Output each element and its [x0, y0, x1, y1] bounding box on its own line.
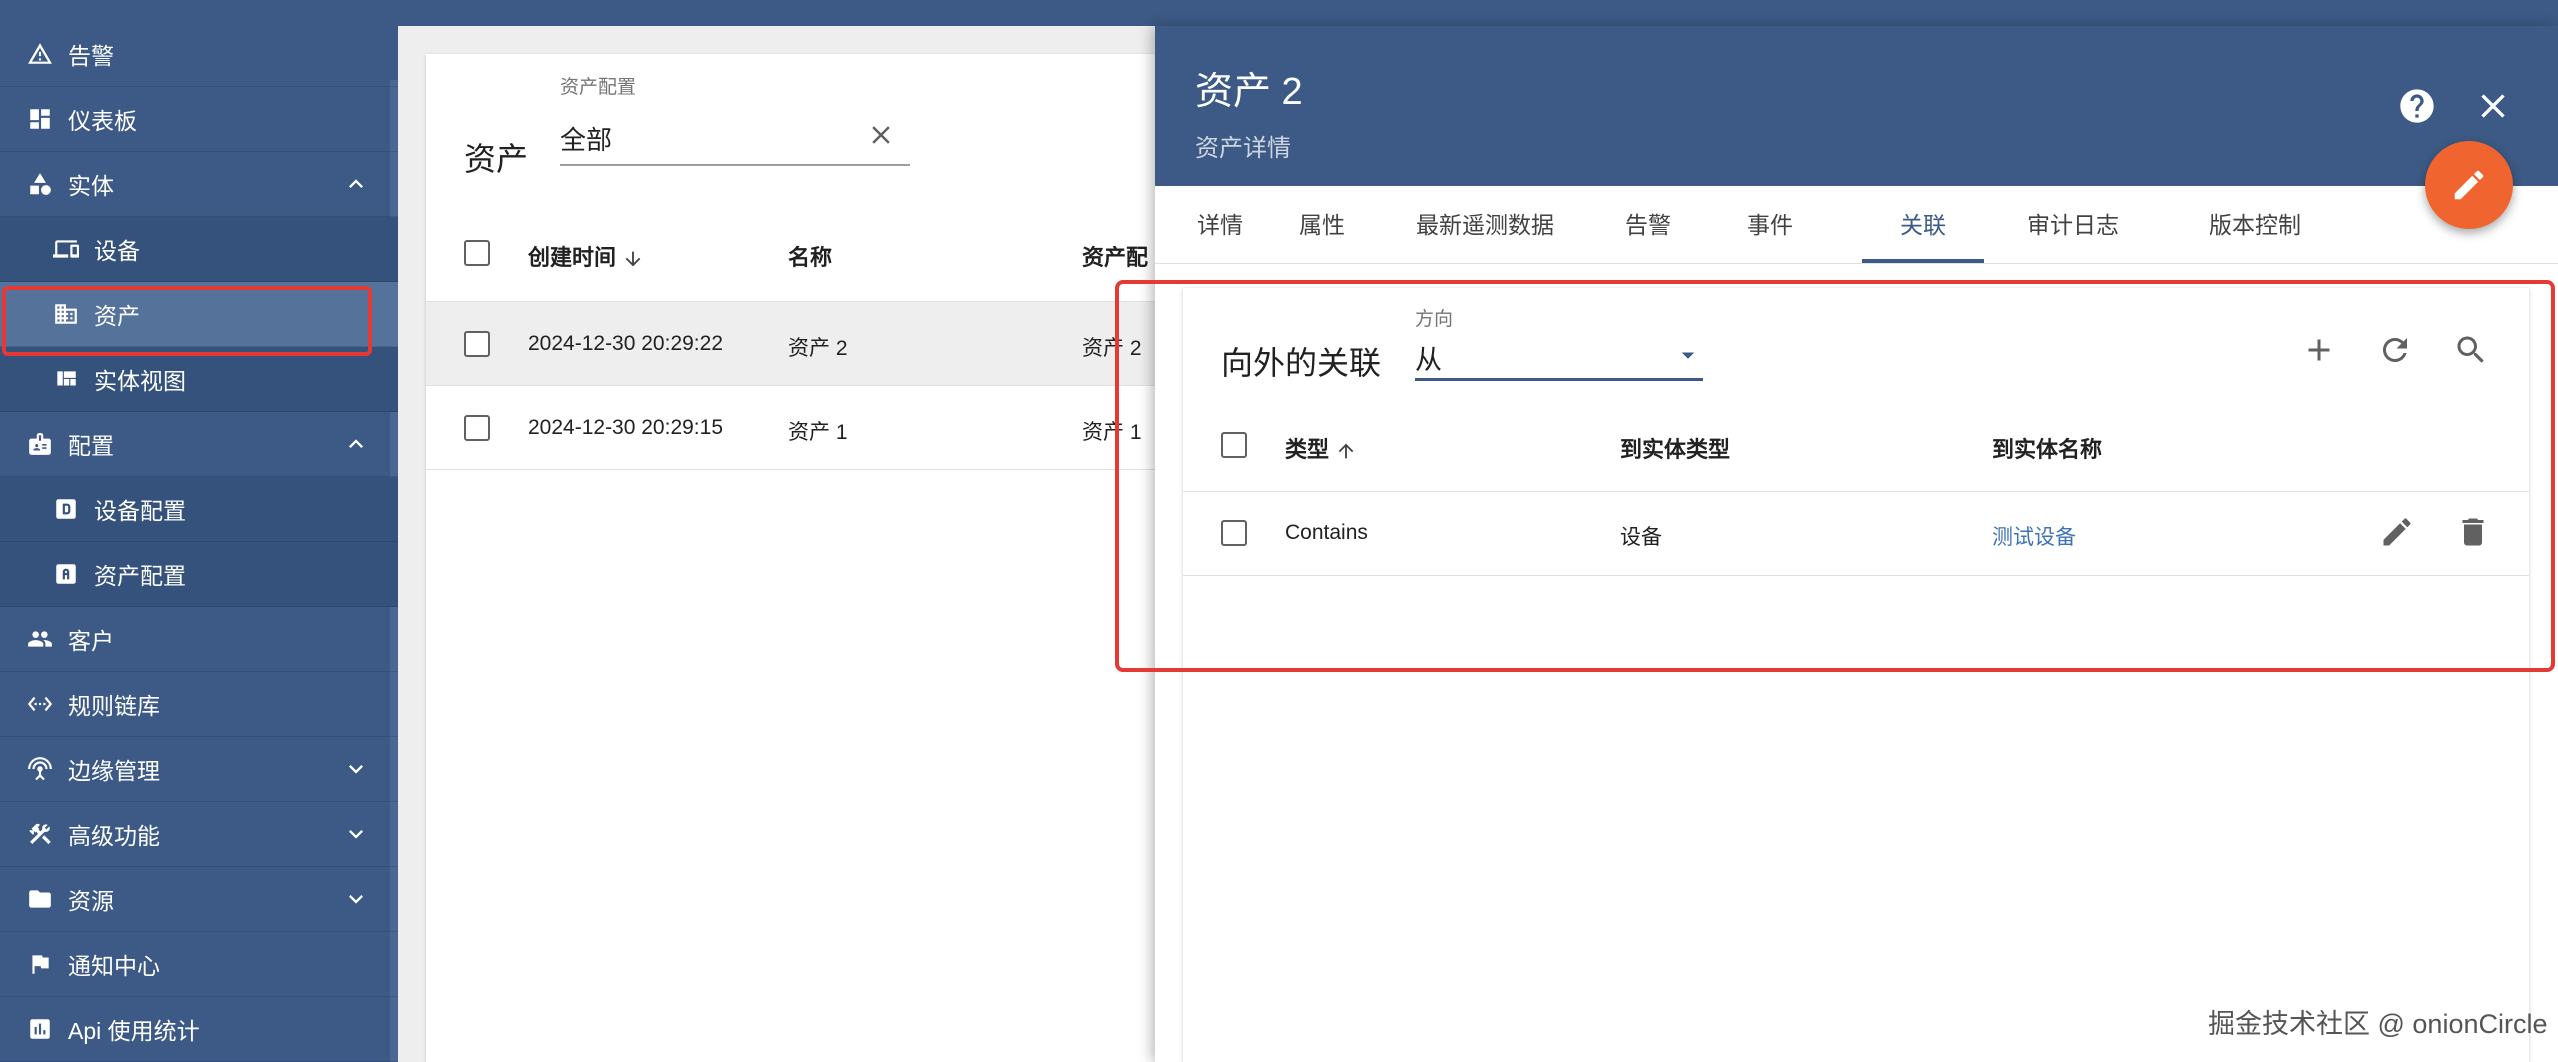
sidebar-item-label: 客户: [68, 628, 114, 654]
people-icon: [26, 625, 54, 653]
chevron-down-icon[interactable]: [342, 885, 370, 913]
sidebar-item-entity-views[interactable]: 实体视图: [0, 347, 398, 412]
table-header: 创建时间 名称 资产配: [426, 204, 1186, 302]
column-label: 创建时间: [528, 245, 617, 270]
device-profile-icon: [52, 495, 80, 523]
sidebar-item-customers[interactable]: 客户: [0, 607, 398, 672]
filter-value[interactable]: 全部: [560, 120, 612, 157]
build-icon: [26, 820, 54, 848]
tab-alarms[interactable]: 告警: [1603, 186, 1693, 264]
tab-audit-logs[interactable]: 审计日志: [2003, 186, 2143, 264]
filter-underline: [560, 164, 910, 166]
page-title: 资产: [464, 141, 529, 177]
sidebar-logo-area: [0, 0, 398, 22]
chevron-up-icon[interactable]: [342, 430, 370, 458]
asset-profile-filter[interactable]: 资产配置 全部: [560, 72, 910, 166]
view-quilt-icon: [52, 365, 80, 393]
sidebar-item-dashboards[interactable]: 仪表板: [0, 87, 398, 152]
tab-latest-telemetry[interactable]: 最新遥测数据: [1379, 186, 1591, 264]
warning-icon: [26, 40, 54, 68]
cell-created-time: 2024-12-30 20:29:15: [528, 416, 723, 439]
column-name[interactable]: 名称: [788, 240, 832, 272]
asset-profile-icon: [52, 560, 80, 588]
column-created-time[interactable]: 创建时间: [528, 240, 644, 272]
table-row[interactable]: 2024-12-30 20:29:15 资产 1 资产 1: [426, 386, 1186, 470]
dashboard-icon: [26, 105, 54, 133]
sidebar-item-asset-profiles[interactable]: 资产配置: [0, 542, 398, 607]
edit-fab-button[interactable]: [2425, 141, 2513, 229]
sidebar-item-label: 设备: [94, 238, 140, 264]
sidebar-item-edge-management[interactable]: 边缘管理: [0, 737, 398, 802]
close-icon[interactable]: [2473, 86, 2513, 126]
sidebar-item-label: 边缘管理: [68, 758, 160, 784]
tab-attributes[interactable]: 属性: [1277, 186, 1367, 264]
folder-icon: [26, 885, 54, 913]
pencil-icon: [2454, 170, 2484, 200]
chevron-up-icon[interactable]: [342, 170, 370, 198]
row-checkbox[interactable]: [464, 331, 490, 357]
sidebar-item-api-usage[interactable]: Api 使用统计: [0, 997, 398, 1062]
chevron-down-icon[interactable]: [342, 820, 370, 848]
sidebar-item-alarms[interactable]: 告警: [0, 22, 398, 87]
filter-label: 资产配置: [560, 77, 637, 98]
badge-icon: [26, 430, 54, 458]
sidebar-item-label: 实体视图: [94, 368, 186, 394]
tab-relations[interactable]: 关联: [1862, 186, 1984, 264]
sidebar-item-resources[interactable]: 资源: [0, 867, 398, 932]
sidebar-item-label: 通知中心: [68, 953, 160, 979]
sidebar-item-label: 规则链库: [68, 693, 160, 719]
tab-version-control[interactable]: 版本控制: [2175, 186, 2335, 264]
detail-subtitle: 资产详情: [1195, 135, 1291, 162]
sidebar-item-label: 高级功能: [68, 823, 160, 849]
cell-created-time: 2024-12-30 20:29:22: [528, 332, 723, 355]
tab-details[interactable]: 详情: [1175, 186, 1265, 264]
arrow-down-icon: [622, 245, 644, 270]
table-row[interactable]: 2024-12-30 20:29:22 资产 2 资产 2: [426, 302, 1186, 386]
sidebar-item-advanced-features[interactable]: 高级功能: [0, 802, 398, 867]
insert-chart-icon: [26, 1015, 54, 1043]
sidebar-item-label: 告警: [68, 43, 114, 69]
sidebar: 告警 仪表板 实体 设备 资产 实体视图 配置 设备配置 资产配置 客户 规则链: [0, 0, 398, 1062]
top-app-bar: [398, 0, 2558, 26]
detail-title: 资产 2: [1195, 71, 1303, 113]
highlight-box-relations: [1115, 280, 2555, 672]
sidebar-item-label: Api 使用统计: [68, 1018, 200, 1044]
sidebar-item-notification-center[interactable]: 通知中心: [0, 932, 398, 997]
help-icon[interactable]: [2397, 86, 2437, 126]
cell-name: 资产 1: [788, 421, 848, 444]
entity-icon: [26, 170, 54, 198]
router-icon: [26, 755, 54, 783]
sidebar-item-label: 配置: [68, 433, 114, 459]
chevron-down-icon[interactable]: [342, 755, 370, 783]
sidebar-item-label: 资产配置: [94, 563, 186, 589]
detail-tabs: 详情 属性 最新遥测数据 告警 事件 关联 审计日志 版本控制: [1155, 186, 2558, 264]
sidebar-item-label: 实体: [68, 173, 114, 199]
devices-icon: [52, 235, 80, 263]
close-icon[interactable]: [866, 120, 896, 150]
sidebar-item-device-profiles[interactable]: 设备配置: [0, 477, 398, 542]
select-all-checkbox[interactable]: [464, 240, 490, 266]
tab-events[interactable]: 事件: [1725, 186, 1815, 264]
code-icon: [26, 690, 54, 718]
sidebar-item-devices[interactable]: 设备: [0, 217, 398, 282]
assets-list-card: 资产 资产配置 全部 创建时间 名称 资产配 2024-12-30 20:29:…: [426, 54, 1186, 1062]
watermark: 掘金技术社区 @ onionCircle: [2208, 1009, 2548, 1039]
flag-icon: [26, 950, 54, 978]
sidebar-item-label: 资源: [68, 888, 114, 914]
sidebar-item-rule-chains[interactable]: 规则链库: [0, 672, 398, 737]
sidebar-item-label: 仪表板: [68, 108, 137, 134]
cell-name: 资产 2: [788, 337, 848, 360]
column-asset-profile[interactable]: 资产配: [1082, 240, 1148, 272]
row-checkbox[interactable]: [464, 415, 490, 441]
sidebar-item-profiles[interactable]: 配置: [0, 412, 398, 477]
sidebar-item-entities[interactable]: 实体: [0, 152, 398, 217]
sidebar-item-label: 设备配置: [94, 498, 186, 524]
detail-header: 资产 2 资产详情: [1155, 26, 2558, 186]
highlight-box-assets: [2, 286, 372, 356]
active-tab-indicator: [1862, 259, 1984, 263]
